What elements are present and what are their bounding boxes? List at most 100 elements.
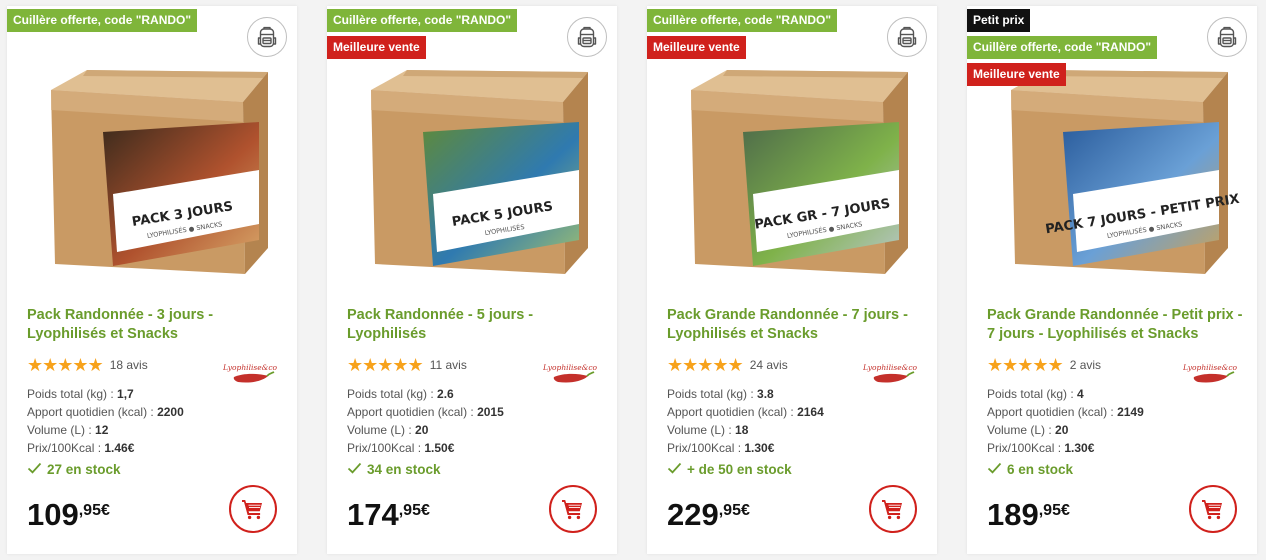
product-title[interactable]: Pack Randonnée - 3 jours - Lyophilisés e… <box>27 306 283 344</box>
spec-value: 1.50€ <box>424 441 455 455</box>
stock-status: 6 en stock <box>987 462 1073 477</box>
spec-row: Apport quotidien (kcal) : 2200 <box>27 403 184 421</box>
check-icon <box>667 462 682 477</box>
spec-label: Apport quotidien (kcal) : <box>27 405 158 419</box>
spec-list: Poids total (kg) : 1,7 Apport quotidien (… <box>27 385 184 457</box>
spec-row: Volume (L) : 20 <box>987 421 1144 439</box>
backpack-icon[interactable] <box>887 17 927 57</box>
rating: ★★★★★ 18 avis <box>27 356 148 374</box>
spec-row: Apport quotidien (kcal) : 2164 <box>667 403 824 421</box>
product-image[interactable]: PACK GR - 7 JOURS LYOPHILISÉS ● SNACKS <box>653 52 931 292</box>
spec-value: 1.30€ <box>744 441 775 455</box>
product-card[interactable]: Cuillère offerte, code "RANDO" PACK 3 JOU… <box>7 6 297 554</box>
review-count[interactable]: 24 avis <box>750 358 788 372</box>
bestseller-badge: Meilleure vente <box>327 36 426 59</box>
spec-row: Poids total (kg) : 4 <box>987 385 1144 403</box>
spec-label: Volume (L) : <box>27 423 96 437</box>
add-to-cart-button[interactable] <box>229 485 277 533</box>
product-card[interactable]: Cuillère offerte, code "RANDO" Meilleure … <box>647 6 937 554</box>
product-title[interactable]: Pack Grande Randonnée - 7 jours - Lyophi… <box>667 306 923 344</box>
price-integer: 174 <box>347 497 399 532</box>
bestseller-badge: Meilleure vente <box>967 63 1066 86</box>
spec-row: Prix/100Kcal : 1.30€ <box>667 439 824 457</box>
check-icon <box>347 462 362 477</box>
review-count[interactable]: 11 avis <box>430 358 467 372</box>
product-image[interactable]: PACK 7 JOURS - PETIT PRIX LYOPHILISÉS ● S… <box>973 52 1251 292</box>
cart-icon <box>1201 498 1225 520</box>
spec-row: Volume (L) : 18 <box>667 421 824 439</box>
star-rating-icon: ★★★★★ <box>667 355 744 375</box>
price-decimal: ,95€ <box>718 502 750 519</box>
spec-label: Volume (L) : <box>667 423 736 437</box>
spec-label: Poids total (kg) : <box>27 387 118 401</box>
spec-row: Prix/100Kcal : 1.50€ <box>347 439 504 457</box>
spec-label: Poids total (kg) : <box>667 387 758 401</box>
add-to-cart-button[interactable] <box>549 485 597 533</box>
spec-label: Prix/100Kcal : <box>667 441 745 455</box>
product-title[interactable]: Pack Randonnée - 5 jours - Lyophilisés <box>347 306 603 344</box>
spec-row: Apport quotidien (kcal) : 2149 <box>987 403 1144 421</box>
product-card[interactable]: Petit prix Cuillère offerte, code "RANDO"… <box>967 6 1257 554</box>
spec-value: 2200 <box>157 405 184 419</box>
product-title[interactable]: Pack Grande Randonnée - Petit prix - 7 j… <box>987 306 1243 344</box>
spec-label: Prix/100Kcal : <box>27 441 105 455</box>
star-rating-icon: ★★★★★ <box>347 355 424 375</box>
rating: ★★★★★ 24 avis <box>667 356 788 374</box>
spec-value: 18 <box>735 423 749 437</box>
product-image[interactable]: PACK 5 JOURS LYOPHILISÉS <box>333 52 611 292</box>
add-to-cart-button[interactable] <box>869 485 917 533</box>
price-decimal: ,95€ <box>1038 502 1070 519</box>
stock-label: 27 en stock <box>47 462 121 477</box>
bestseller-badge: Meilleure vente <box>647 36 746 59</box>
svg-text:Lyophilise&co: Lyophilise&co <box>863 363 917 372</box>
price-integer: 109 <box>27 497 79 532</box>
star-rating-icon: ★★★★★ <box>987 355 1064 375</box>
spec-value: 2164 <box>797 405 824 419</box>
spec-value: 1.46€ <box>104 441 135 455</box>
price: 189,95€ <box>987 498 1070 532</box>
rating: ★★★★★ 11 avis <box>347 356 467 374</box>
spec-row: Volume (L) : 20 <box>347 421 504 439</box>
spec-row: Poids total (kg) : 1,7 <box>27 385 184 403</box>
price: 109,95€ <box>27 498 110 532</box>
review-count[interactable]: 2 avis <box>1070 358 1101 372</box>
spec-value: 2149 <box>1117 405 1144 419</box>
product-card[interactable]: Cuillère offerte, code "RANDO" Meilleure … <box>327 6 617 554</box>
backpack-icon[interactable] <box>567 17 607 57</box>
check-icon <box>27 462 42 477</box>
spec-label: Prix/100Kcal : <box>987 441 1065 455</box>
stock-status: + de 50 en stock <box>667 462 792 477</box>
spec-list: Poids total (kg) : 3.8 Apport quotidien (… <box>667 385 824 457</box>
badge-list: Cuillère offerte, code "RANDO" Meilleure … <box>647 9 838 59</box>
spec-row: Apport quotidien (kcal) : 2015 <box>347 403 504 421</box>
price: 174,95€ <box>347 498 430 532</box>
rating: ★★★★★ 2 avis <box>987 356 1101 374</box>
price-integer: 229 <box>667 497 719 532</box>
price-integer: 189 <box>987 497 1039 532</box>
spec-row: Prix/100Kcal : 1.46€ <box>27 439 184 457</box>
promo-badge: Cuillère offerte, code "RANDO" <box>647 9 838 32</box>
spec-value: 1,7 <box>117 387 134 401</box>
product-image[interactable]: PACK 3 JOURS LYOPHILISÉS ● SNACKS <box>13 52 291 292</box>
backpack-icon[interactable] <box>247 17 287 57</box>
backpack-icon[interactable] <box>1207 17 1247 57</box>
spec-row: Prix/100Kcal : 1.30€ <box>987 439 1144 457</box>
promo-badge: Cuillère offerte, code "RANDO" <box>327 9 518 32</box>
svg-text:Lyophilise&co: Lyophilise&co <box>1183 363 1237 372</box>
cart-icon <box>561 498 585 520</box>
brand-logo: Lyophilise&co <box>862 360 918 390</box>
spec-label: Apport quotidien (kcal) : <box>987 405 1118 419</box>
badge-list: Cuillère offerte, code "RANDO" <box>7 9 198 32</box>
spec-label: Volume (L) : <box>347 423 416 437</box>
review-count[interactable]: 18 avis <box>110 358 148 372</box>
stock-label: 6 en stock <box>1007 462 1074 477</box>
cart-icon <box>881 498 905 520</box>
brand-logo: Lyophilise&co <box>1182 360 1238 390</box>
stock-status: 27 en stock <box>27 462 121 477</box>
price-decimal: ,95€ <box>78 502 110 519</box>
cart-icon <box>241 498 265 520</box>
low-price-badge: Petit prix <box>967 9 1031 32</box>
spec-label: Poids total (kg) : <box>987 387 1078 401</box>
spec-label: Poids total (kg) : <box>347 387 438 401</box>
add-to-cart-button[interactable] <box>1189 485 1237 533</box>
